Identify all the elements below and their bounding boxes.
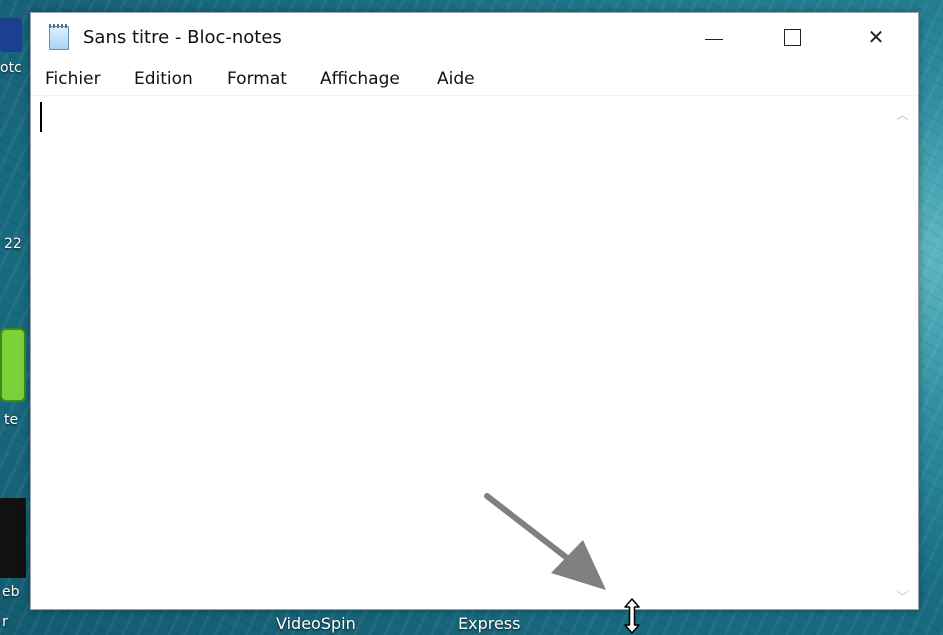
scroll-down-icon[interactable]: ﹀ xyxy=(888,584,917,608)
menu-edition[interactable]: Edition xyxy=(134,69,193,89)
title-bar[interactable]: Sans titre - Bloc-notes ✕ xyxy=(31,13,918,61)
maximize-button[interactable] xyxy=(769,13,815,61)
desktop-app-icon[interactable] xyxy=(0,328,26,402)
desktop-icon-label: otc xyxy=(0,60,22,76)
menu-bar: Fichier Edition Format Affichage Aide xyxy=(31,61,918,96)
text-editor-area[interactable] xyxy=(31,96,888,608)
maximize-icon xyxy=(783,28,801,46)
close-button[interactable]: ✕ xyxy=(853,13,899,61)
desktop-icon-label-express: Express xyxy=(458,614,521,633)
vertical-resize-cursor-icon xyxy=(624,598,640,634)
notepad-window: Sans titre - Bloc-notes ✕ Fichier Editio… xyxy=(30,12,919,610)
desktop-icon-label: eb xyxy=(2,584,20,600)
window-title: Sans titre - Bloc-notes xyxy=(83,27,282,48)
menu-aide[interactable]: Aide xyxy=(437,69,475,89)
text-caret xyxy=(40,102,42,132)
desktop-app-icon[interactable] xyxy=(0,18,22,52)
minimize-icon xyxy=(705,38,723,40)
notepad-app-icon[interactable] xyxy=(49,24,69,50)
desktop-app-icon[interactable] xyxy=(0,498,26,578)
desktop-icon-label: 22 xyxy=(4,236,22,252)
close-icon: ✕ xyxy=(867,25,885,49)
desktop-icon-label: te xyxy=(4,412,19,428)
vertical-scrollbar[interactable]: ︿ ﹀ xyxy=(888,96,917,608)
menu-format[interactable]: Format xyxy=(227,69,287,89)
menu-affichage[interactable]: Affichage xyxy=(320,69,400,89)
scroll-up-icon[interactable]: ︿ xyxy=(888,102,917,126)
menu-fichier[interactable]: Fichier xyxy=(45,69,101,89)
desktop-icon-label: r xyxy=(2,614,8,630)
minimize-button[interactable] xyxy=(691,13,737,61)
desktop-icon-label-videospin: VideoSpin xyxy=(276,614,356,633)
